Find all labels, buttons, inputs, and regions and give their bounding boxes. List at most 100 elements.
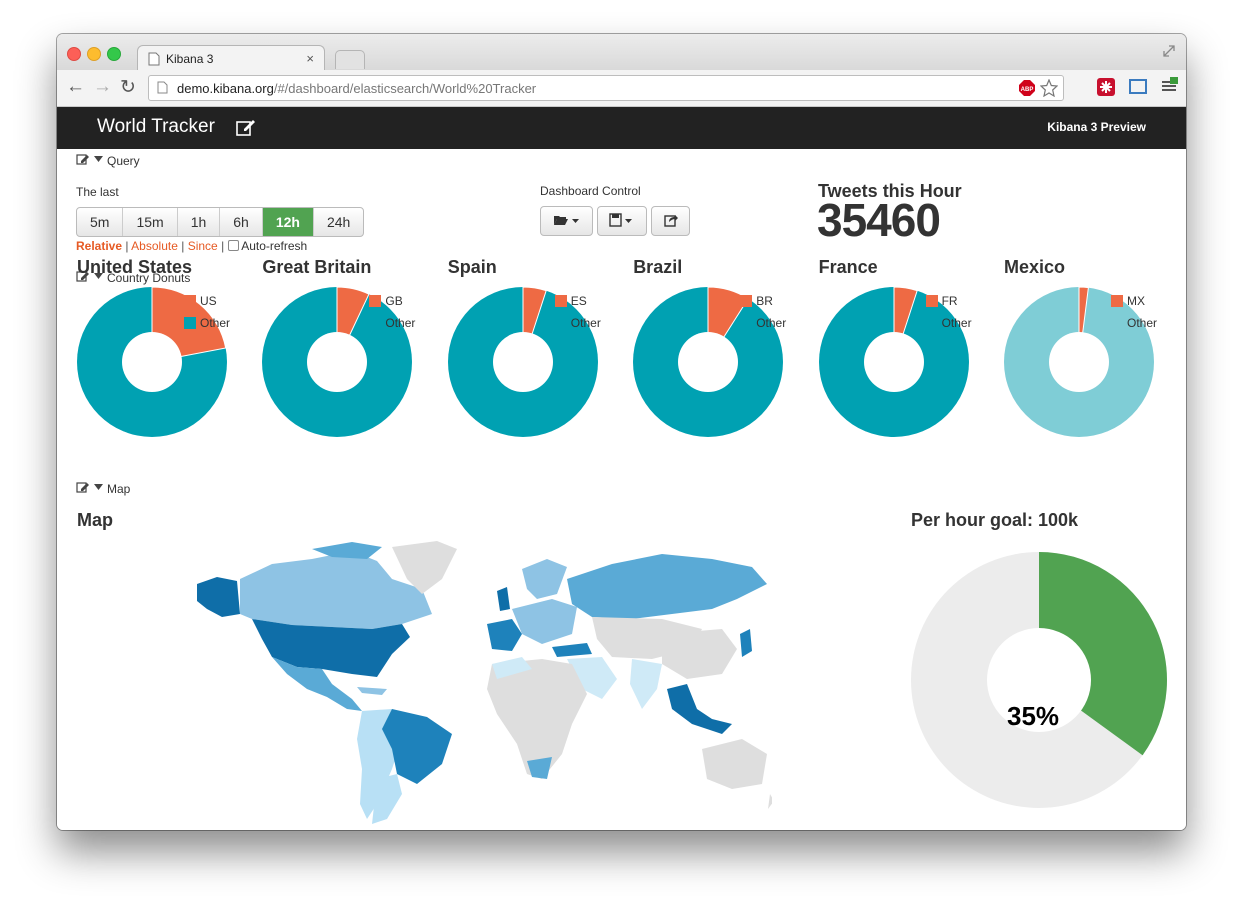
legend-label: BR: [756, 294, 773, 308]
map-region-alaska[interactable]: [197, 577, 240, 617]
time-mode-links: Relative | Absolute | Since | Auto-refre…: [76, 239, 308, 253]
timespan-15m[interactable]: 15m: [123, 208, 178, 236]
timespan-12h[interactable]: 12h: [262, 208, 314, 236]
legend-swatch: [369, 295, 382, 307]
browser-tab[interactable]: Kibana 3 ×: [137, 45, 325, 72]
donut-title: Brazil: [633, 257, 683, 277]
donut-title: France: [818, 257, 878, 277]
adblock-icon[interactable]: ABP: [1019, 80, 1035, 96]
legend-item-other[interactable]: Other: [554, 312, 601, 334]
legend-swatch: [740, 295, 753, 307]
map-region-india[interactable]: [630, 659, 662, 709]
map-region-russia[interactable]: [567, 554, 767, 619]
legend-swatch: [554, 317, 567, 329]
address-bar[interactable]: demo.kibana.org/#/dashboard/elasticsearc…: [148, 75, 1064, 101]
map-region-usa[interactable]: [252, 619, 410, 677]
map-region-southeast-asia[interactable]: [667, 684, 732, 734]
donut-title: Great Britain: [262, 257, 372, 277]
map-region-australia[interactable]: [702, 739, 767, 789]
edit-icon[interactable]: [236, 118, 256, 136]
donut-hole: [863, 332, 924, 392]
caret-down-icon[interactable]: [94, 484, 103, 490]
page-icon: [157, 81, 168, 94]
reload-icon[interactable]: ↻: [120, 76, 136, 99]
map-region-new-zealand[interactable]: [768, 794, 772, 809]
map-region-turkey[interactable]: [552, 643, 592, 657]
legend-item-country[interactable]: US: [184, 290, 230, 312]
donut-hole: [678, 332, 739, 392]
legend-label: Other: [570, 316, 601, 330]
new-tab-button[interactable]: [335, 50, 365, 69]
timespan-24h[interactable]: 24h: [314, 208, 363, 236]
map-region-europe-west[interactable]: [487, 619, 522, 651]
map-region-brazil[interactable]: [382, 709, 452, 784]
share-dashboard-button[interactable]: [651, 206, 690, 236]
share-icon: [663, 215, 678, 227]
legend-item-country[interactable]: ES: [554, 290, 601, 312]
the-last-label: The last: [76, 185, 119, 199]
map-region-uk[interactable]: [497, 587, 510, 611]
caret-down-icon[interactable]: [94, 156, 103, 162]
timespan-6h[interactable]: 6h: [220, 208, 263, 236]
legend-swatch: [1111, 317, 1123, 329]
screen-capture-icon[interactable]: [1128, 78, 1148, 96]
timespan-5m[interactable]: 5m: [77, 208, 124, 236]
goal-percent-label: 35%: [1007, 701, 1060, 731]
dashboard-control-label: Dashboard Control: [540, 184, 641, 198]
world-map[interactable]: [192, 539, 772, 829]
extension-icon[interactable]: [1097, 78, 1115, 96]
legend-swatch: [184, 295, 196, 307]
map-region-china[interactable]: [662, 629, 737, 679]
maximize-window-button[interactable]: [107, 47, 121, 61]
save-dashboard-button[interactable]: [597, 206, 647, 236]
map-row-label[interactable]: Map: [107, 482, 130, 496]
legend-item-country[interactable]: GB: [369, 290, 415, 312]
legend-item-country[interactable]: BR: [740, 290, 786, 312]
url-text: demo.kibana.org/#/dashboard/elasticsearc…: [177, 81, 536, 96]
timespan-1h[interactable]: 1h: [178, 208, 221, 236]
query-row-label[interactable]: Query: [107, 154, 140, 168]
map-region-europe-central[interactable]: [512, 599, 577, 644]
legend-swatch: [554, 295, 567, 307]
fullscreen-icon[interactable]: [1162, 44, 1176, 58]
auto-refresh-checkbox[interactable]: [227, 240, 239, 251]
donut-title: Mexico: [1004, 257, 1066, 277]
legend-item-country[interactable]: FR: [925, 290, 972, 312]
legend-item-other[interactable]: Other: [184, 312, 230, 334]
dashboard-title[interactable]: World Tracker: [97, 116, 215, 138]
edit-icon[interactable]: [76, 481, 90, 493]
legend-item-other[interactable]: Other: [925, 312, 972, 334]
page-icon: [148, 52, 160, 66]
since-link[interactable]: Since: [188, 239, 218, 253]
legend-item-other[interactable]: Other: [1111, 312, 1157, 334]
tab-close-icon[interactable]: ×: [306, 51, 314, 66]
legend-item-other[interactable]: Other: [369, 312, 415, 334]
back-icon[interactable]: ←: [66, 76, 85, 98]
legend-item-other[interactable]: Other: [740, 312, 786, 334]
map-region-japan[interactable]: [740, 629, 752, 657]
map-region-caribbean[interactable]: [357, 687, 387, 695]
legend-item-country[interactable]: MX: [1111, 290, 1157, 312]
menu-icon[interactable]: [1160, 77, 1178, 95]
bookmark-star-icon[interactable]: [1040, 79, 1058, 97]
legend-label: MX: [1127, 294, 1145, 308]
goal-donut-chart: [911, 552, 1167, 808]
close-window-button[interactable]: [67, 47, 81, 61]
map-region-scandinavia[interactable]: [522, 559, 567, 599]
donut-hole: [122, 332, 182, 392]
legend-label: Other: [756, 316, 787, 330]
map-region-arctic[interactable]: [312, 542, 382, 559]
absolute-link[interactable]: Absolute: [131, 239, 178, 253]
legend-swatch: [369, 317, 382, 329]
auto-refresh-label: Auto-refresh: [241, 239, 308, 253]
donut-hole: [307, 332, 368, 392]
minimize-window-button[interactable]: [87, 47, 101, 61]
load-dashboard-button[interactable]: [540, 206, 593, 236]
metric-value: 35460: [817, 194, 941, 246]
donut-legend: ES Other: [554, 290, 601, 334]
tab-title: Kibana 3: [166, 52, 214, 66]
relative-link[interactable]: Relative: [76, 239, 122, 253]
legend-swatch: [184, 317, 196, 329]
forward-icon[interactable]: →: [93, 76, 112, 98]
edit-icon[interactable]: [76, 153, 90, 165]
